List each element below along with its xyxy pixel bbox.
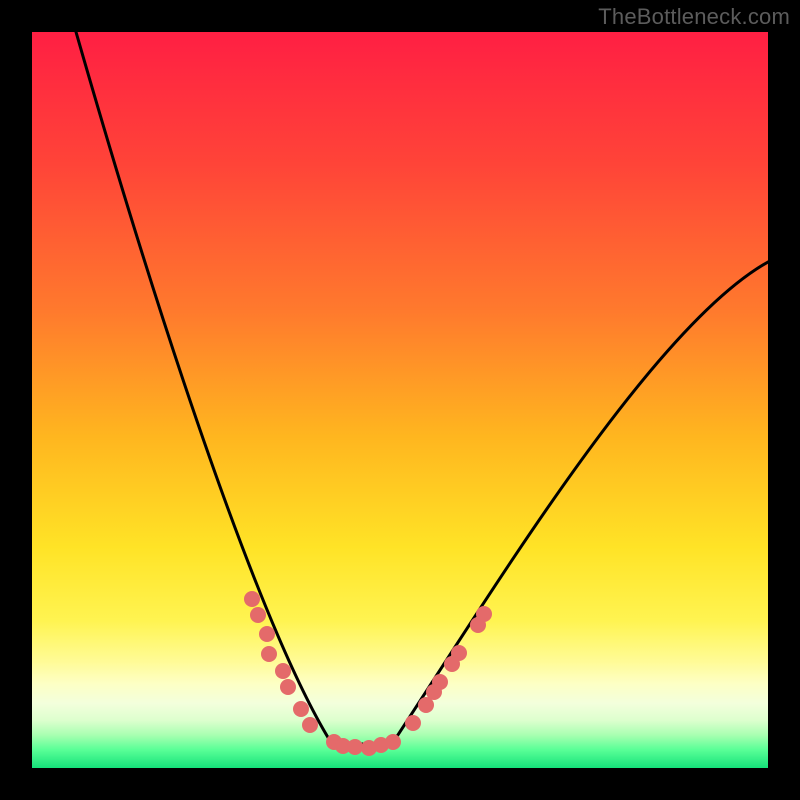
data-dot — [432, 674, 448, 690]
chart-outer-frame: TheBottleneck.com — [0, 0, 800, 800]
data-dot — [259, 626, 275, 642]
plot-background — [32, 32, 768, 768]
data-dot — [280, 679, 296, 695]
data-dot — [302, 717, 318, 733]
watermark-text: TheBottleneck.com — [598, 4, 790, 30]
data-dot — [275, 663, 291, 679]
data-dot — [244, 591, 260, 607]
plot-svg — [32, 32, 768, 768]
data-dot — [347, 739, 363, 755]
data-dot — [250, 607, 266, 623]
data-dot — [476, 606, 492, 622]
data-dot — [385, 734, 401, 750]
data-dot — [293, 701, 309, 717]
data-dot — [405, 715, 421, 731]
data-dot — [451, 645, 467, 661]
plot-area — [32, 32, 768, 768]
data-dot — [261, 646, 277, 662]
